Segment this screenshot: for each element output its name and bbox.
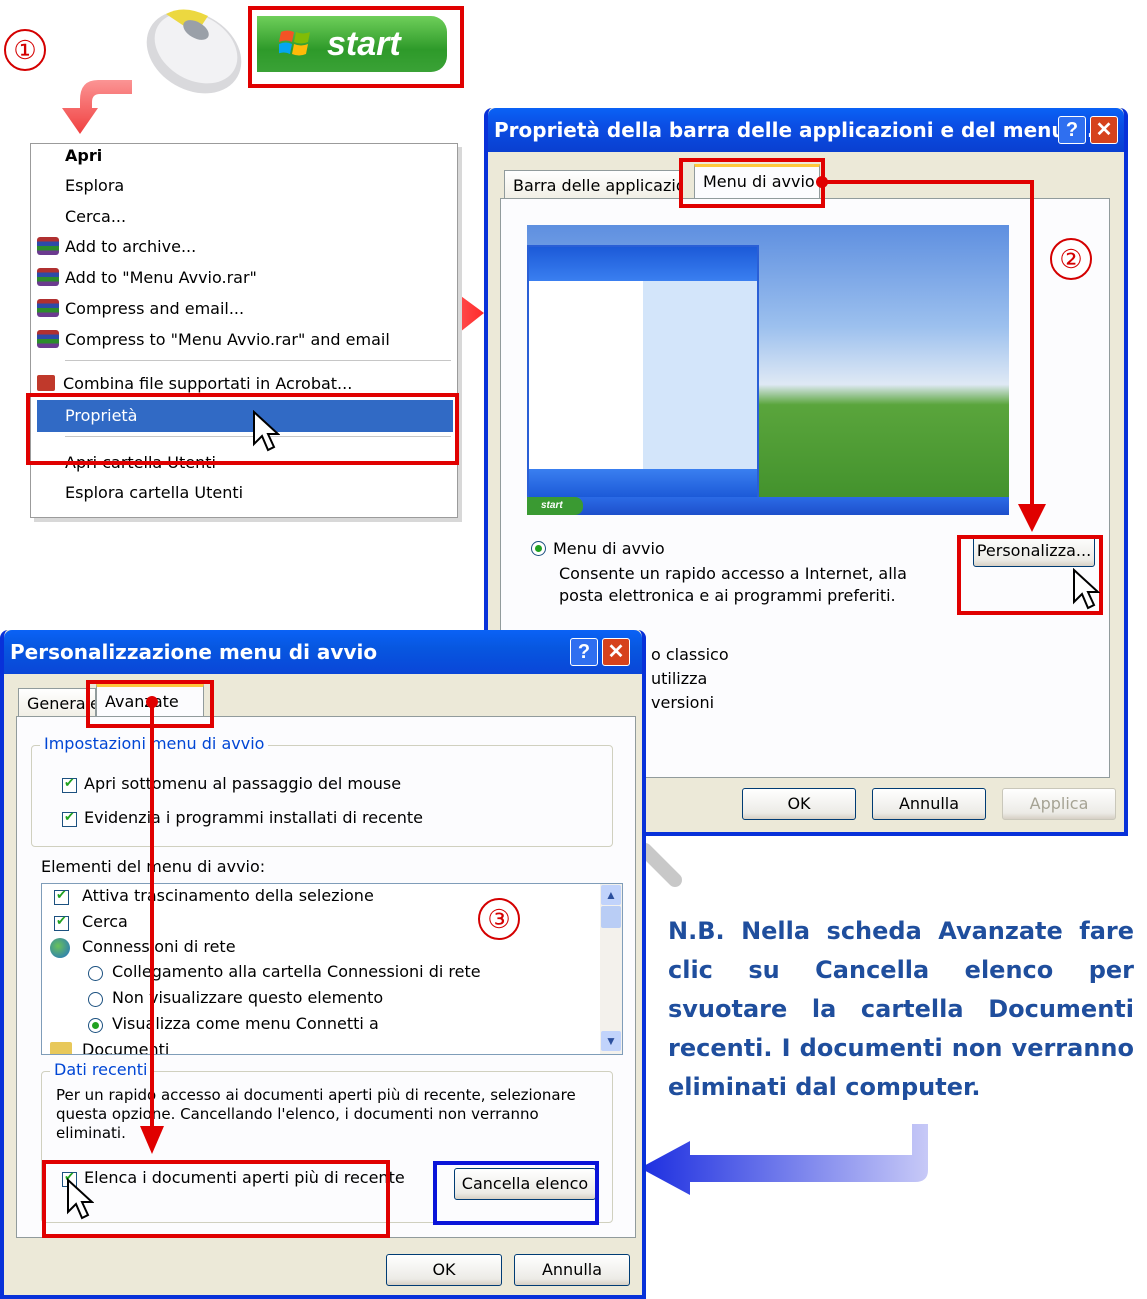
proprieta-highlight-box: [26, 393, 459, 465]
cancel-button[interactable]: Annulla: [514, 1254, 630, 1286]
apply-button[interactable]: Applica: [1002, 788, 1116, 820]
start-highlight-box: [248, 6, 464, 88]
help-button[interactable]: ?: [570, 638, 598, 666]
classic-menu-label: o classico: [651, 645, 729, 664]
list-item-label: Cerca: [82, 912, 128, 931]
menu-separator: [65, 360, 451, 361]
radio-link-folder[interactable]: [88, 966, 103, 981]
group-title: Dati recenti: [50, 1060, 152, 1079]
mouse-icon: [146, 9, 242, 94]
menu-item-esplora-utenti[interactable]: Esplora cartella Utenti: [65, 479, 243, 507]
dialog-title-bar: Personalizzazione menu di avvio: [4, 630, 642, 674]
mouse-cursor-icon: [1073, 568, 1100, 610]
menu-item-compress-rar-email[interactable]: Compress to "Menu Avvio.rar" and email: [37, 326, 390, 354]
menu-item-add-archive[interactable]: Add to archive...: [37, 233, 197, 261]
checkbox-open-submenu-label: Apri sottomenu al passaggio del mouse: [84, 774, 402, 793]
radio-start-menu-label: Menu di avvio: [553, 539, 665, 558]
ok-button[interactable]: OK: [386, 1254, 502, 1286]
cancel-button[interactable]: Annulla: [872, 788, 986, 820]
step-number-3: ③: [478, 898, 520, 940]
menu-item-label: Add to archive...: [65, 237, 197, 256]
list-scrollbar[interactable]: ▲ ▼: [600, 884, 622, 1054]
menu-item-label: Apri: [65, 146, 103, 165]
connector-tab-to-checkbox: [140, 696, 164, 1154]
group-start-menu-settings: Impostazioni menu di avvio Apri sottomen…: [31, 734, 613, 847]
menu-item-esplora[interactable]: Esplora: [65, 172, 124, 200]
classic-menu-description-2: versioni: [651, 693, 715, 712]
menu-item-cerca[interactable]: Cerca...: [65, 203, 126, 231]
mouse-cursor-icon: [67, 1178, 94, 1220]
arrow-note-to-clear: [640, 1124, 928, 1195]
dialog-title-bar: Proprietà della barra delle applicazioni…: [488, 108, 1124, 152]
network-connections-icon: [50, 938, 70, 958]
menu-item-label: Esplora cartella Utenti: [65, 483, 244, 502]
instruction-note: N.B. Nella scheda Avanzate fare clic su …: [668, 917, 1134, 1101]
menu-item-label: Cerca...: [65, 207, 127, 226]
checkbox-highlight-new[interactable]: [62, 809, 77, 827]
start-menu-items-list[interactable]: Attiva trascinamento della selezione Cer…: [41, 883, 623, 1055]
dialog-title: Proprietà della barra delle applicazioni…: [494, 118, 1110, 142]
classic-menu-description-1: utilizza: [651, 669, 708, 688]
scroll-down-button[interactable]: ▼: [601, 1031, 621, 1051]
start-menu-description: Consente un rapido accesso a Internet, a…: [559, 564, 907, 605]
menu-item-add-rar[interactable]: Add to "Menu Avvio.rar": [37, 264, 257, 292]
winrar-icon: [37, 268, 59, 286]
help-button[interactable]: ?: [1058, 116, 1086, 144]
arrow-mouse-to-menu: [62, 62, 132, 134]
start-menu-tab-highlight-box: [679, 158, 825, 208]
checkbox-search[interactable]: [54, 913, 69, 931]
winrar-icon: [37, 237, 59, 255]
tab-taskbar[interactable]: Barra delle applicazioni: [504, 170, 680, 200]
menu-item-label: Combina file supportati in Acrobat...: [63, 374, 353, 393]
scroll-thumb[interactable]: [601, 906, 621, 928]
checkbox-highlight-new-label: Evidenzia i programmi installati di rece…: [84, 808, 423, 827]
tab-generale[interactable]: Generale: [18, 688, 96, 718]
menu-item-apri[interactable]: Apri: [65, 142, 102, 170]
acrobat-icon: [37, 375, 55, 391]
preview-menu-right: [643, 281, 757, 469]
checkbox-open-submenu[interactable]: [62, 775, 77, 793]
menu-item-label: Esplora: [65, 176, 125, 195]
scroll-up-button[interactable]: ▲: [601, 885, 621, 905]
dialog-title: Personalizzazione menu di avvio: [10, 640, 378, 664]
grey-deco-stroke: [638, 843, 682, 887]
list-item-label: Attiva trascinamento della selezione: [82, 886, 374, 905]
menu-item-label: Add to "Menu Avvio.rar": [65, 268, 257, 287]
step-number-2: ②: [1050, 238, 1092, 280]
list-recent-highlight-box: [42, 1160, 390, 1238]
step-number-1: ①: [4, 29, 46, 71]
recent-description: Per un rapido accesso ai documenti apert…: [56, 1086, 576, 1142]
close-button[interactable]: ✕: [602, 638, 630, 666]
checkbox-drag-drop[interactable]: [54, 887, 69, 905]
menu-item-label: Compress and email...: [65, 299, 245, 318]
winrar-icon: [37, 330, 59, 348]
preview-menu: [527, 245, 759, 499]
preview-menu-footer: [529, 469, 757, 497]
menu-item-compress-email[interactable]: Compress and email...: [37, 295, 245, 323]
clear-list-highlight-box: [433, 1161, 599, 1225]
documents-icon: [50, 1042, 72, 1054]
mouse-cursor-icon: [253, 410, 280, 452]
winrar-icon: [37, 299, 59, 317]
radio-show-as-menu[interactable]: [88, 1018, 103, 1033]
ok-button[interactable]: OK: [742, 788, 856, 820]
radio-start-menu-dot[interactable]: [531, 541, 546, 556]
close-button[interactable]: ✕: [1090, 116, 1118, 144]
preview-start: start: [527, 497, 583, 515]
menu-item-label: Compress to "Menu Avvio.rar" and email: [65, 330, 390, 349]
radio-hide-item[interactable]: [88, 992, 103, 1007]
list-item-label: Collegamento alla cartella Connessioni d…: [112, 962, 481, 981]
connector-tab-to-customize: [816, 176, 1046, 532]
preview-menu-header: [529, 247, 757, 281]
